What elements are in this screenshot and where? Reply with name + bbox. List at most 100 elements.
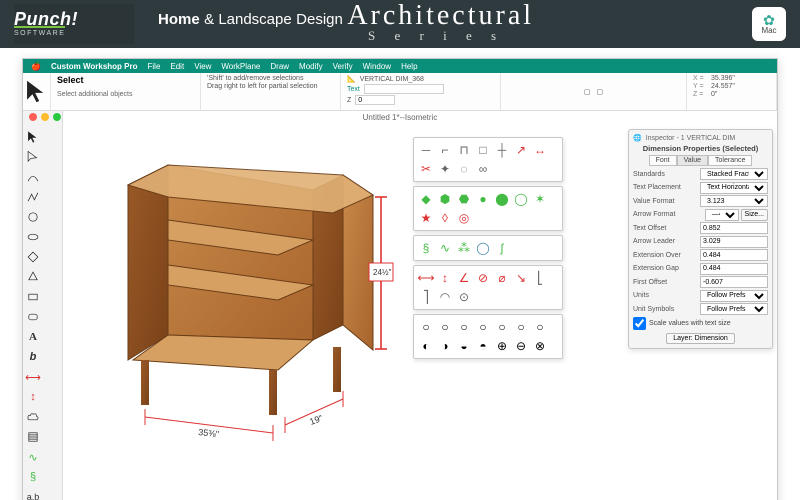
flyout-solids[interactable]: ◆ ⬢ ⬣ ● ⬤ ◯ ✶ ★ ◊ ◎ [413,186,563,231]
prop-extgap[interactable] [700,263,768,275]
c-icon[interactable]: ⊖ [513,338,529,354]
tool-rect[interactable] [24,288,42,306]
dimrad-icon[interactable]: ⊘ [475,270,491,286]
c-icon[interactable]: ⊕ [494,338,510,354]
tool-bold[interactable]: b [24,348,42,366]
gstar-icon[interactable]: ✶ [532,191,548,207]
dimv-icon[interactable]: ↕ [437,270,453,286]
tool-polyline[interactable] [24,188,42,206]
cylinder-icon[interactable]: ● [475,191,491,207]
tab-tolerance[interactable]: Tolerance [708,155,752,166]
zoom-icon[interactable] [53,113,61,121]
cluster-icon[interactable]: ⁂ [456,240,472,256]
scale-checkbox[interactable] [633,317,646,330]
swirl-icon[interactable]: § [418,240,434,256]
tool-text[interactable]: A [24,328,42,346]
text-field[interactable] [364,84,444,94]
apple-menu-icon[interactable]: 🍎 [31,62,41,71]
rect-icon[interactable]: ⊓ [456,142,472,158]
tool-dim-h[interactable]: ⟷ [24,368,42,386]
c-icon[interactable]: ○ [475,319,491,335]
c-icon[interactable]: ○ [456,319,472,335]
inspector-tabs[interactable]: Font Value Tolerance [633,155,768,166]
menu-window[interactable]: Window [363,62,391,71]
dblarr-icon[interactable]: ↔ [532,142,548,158]
leader-icon[interactable]: ↘ [513,270,529,286]
c-icon[interactable]: ◓ [475,338,491,354]
tool-arc[interactable] [24,268,42,286]
tab-value[interactable]: Value [677,155,708,166]
menu-verify[interactable]: Verify [333,62,353,71]
curl-icon[interactable]: ʃ [494,240,510,256]
tool-ngon[interactable] [24,248,42,266]
gem-icon[interactable]: ◊ [437,210,453,226]
prop-extover[interactable] [700,249,768,261]
prop-placement[interactable]: Text Horizontal [700,182,768,194]
prop-standards[interactable]: Stacked Fraction [700,168,768,180]
seg-icon[interactable]: ─ [418,142,434,158]
tool-dna[interactable]: ∿ [24,448,42,466]
prop-arrow[interactable]: —◀ [705,209,739,221]
prism2-icon[interactable]: ⬢ [437,191,453,207]
tool-dim-v[interactable]: ↕ [24,388,42,406]
tool-cloud[interactable] [24,408,42,426]
c-icon[interactable]: ○ [494,319,510,335]
menu-draw[interactable]: Draw [270,62,289,71]
flyout-circles[interactable]: ○○ ○○ ○○ ○◐ ◑◒ ◓⊕ ⊖⊗ [413,314,563,359]
open-icon[interactable]: ◠ [437,289,453,305]
plus-icon[interactable]: ┼ [494,142,510,158]
tool-circle[interactable] [24,208,42,226]
menu-edit[interactable]: Edit [170,62,184,71]
dimdia-icon[interactable]: ⌀ [494,270,510,286]
bracket-icon[interactable]: ⎣ [532,270,548,286]
tool-ellipse[interactable] [24,228,42,246]
z-field[interactable] [355,95,395,105]
c-icon[interactable]: ○ [418,319,434,335]
donut-icon[interactable]: ◎ [456,210,472,226]
flyout-dimensions[interactable]: ⟷ ↕ ∠ ⊘ ⌀ ↘ ⎣ ⎤ ◠ ⊙ [413,265,563,310]
c-icon[interactable]: ◑ [437,338,453,354]
close-icon[interactable] [29,113,37,121]
prop-arrowleader[interactable] [700,236,768,248]
menubar[interactable]: 🍎 Custom Workshop Pro File Edit View Wor… [23,59,777,73]
menu-app[interactable]: Custom Workshop Pro [51,62,138,71]
window-traffic-lights[interactable] [29,113,61,121]
flyout-curves[interactable]: § ∿ ⁂ ◯ ʃ [413,235,563,261]
prop-textoffset[interactable] [700,222,768,234]
tool-rrect[interactable] [24,308,42,326]
dimang-icon[interactable]: ∠ [456,270,472,286]
c-icon[interactable]: ○ [437,319,453,335]
sparkle-icon[interactable]: ✦ [437,161,453,177]
tool-cursor-fine[interactable] [24,148,42,166]
dot-icon[interactable]: ⊙ [456,289,472,305]
side-toolbar[interactable]: A b ⟷ ↕ ∿ § a,b ✋ 🔍 [23,111,63,500]
torus-icon[interactable]: ◯ [513,191,529,207]
c-icon[interactable]: ○ [532,319,548,335]
dna-icon[interactable]: ∿ [437,240,453,256]
tri-icon[interactable]: ⌐ [437,142,453,158]
sphere-icon[interactable]: ⬤ [494,191,510,207]
square-icon[interactable]: □ [475,142,491,158]
menu-modify[interactable]: Modify [299,62,323,71]
c-icon[interactable]: ○ [513,319,529,335]
tool-hatch[interactable] [24,428,42,446]
prism3-icon[interactable]: ⬣ [456,191,472,207]
prism1-icon[interactable]: ◆ [418,191,434,207]
prop-valueformat[interactable]: 3.123 [700,195,768,207]
ring-icon[interactable]: ◯ [475,240,491,256]
arrow-icon[interactable]: ↗ [513,142,529,158]
c-icon[interactable]: ◒ [456,338,472,354]
c-icon[interactable]: ⊗ [532,338,548,354]
prop-units[interactable]: Follow Prefs [700,290,768,302]
flyout-lines[interactable]: ─ ⌐ ⊓ □ ┼ ↗ ↔ ✂ ✦ ◌ ∞ [413,137,563,182]
c-icon[interactable]: ◐ [418,338,434,354]
prop-firstoffset[interactable] [700,276,768,288]
tool-helix[interactable]: § [24,468,42,486]
rstar-icon[interactable]: ★ [418,210,434,226]
cutline-icon[interactable]: ✂ [418,161,434,177]
size-button[interactable]: Size... [741,209,768,221]
circle-dashed-icon[interactable]: ◌ [456,161,472,177]
viewport-3d[interactable]: 35⅜" 19" 24½" ─ ⌐ ⊓ [63,111,777,500]
prop-unitsymbols[interactable]: Follow Prefs [700,303,768,315]
menu-view[interactable]: View [194,62,211,71]
